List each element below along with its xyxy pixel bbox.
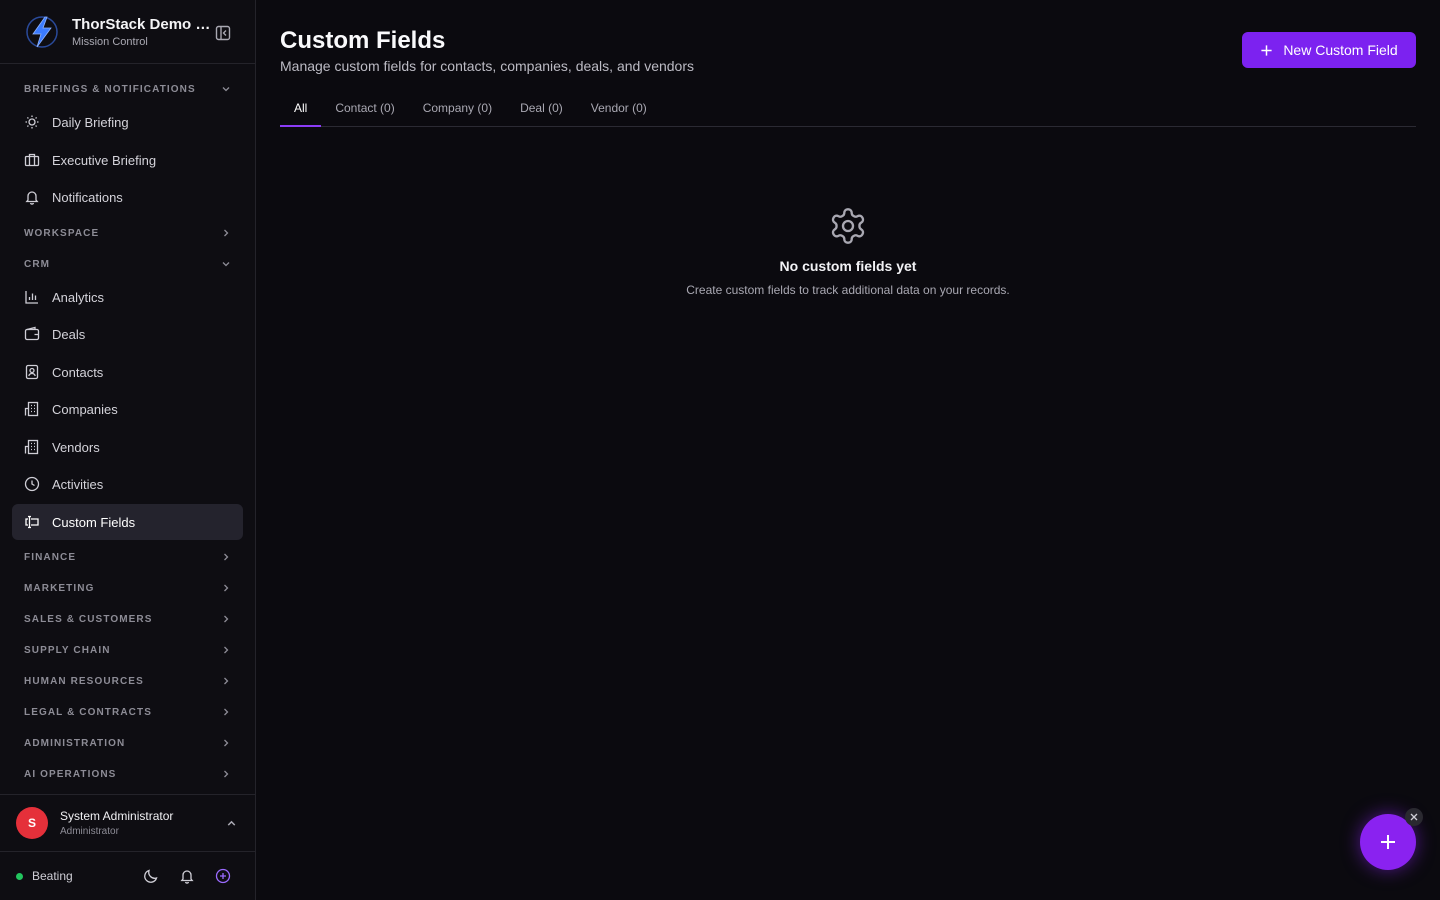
- sidebar-footer: Beating: [0, 852, 255, 900]
- lightning-logo-icon: [26, 15, 58, 48]
- section-workspace[interactable]: WORKSPACE: [24, 223, 232, 243]
- chevron-up-icon: [227, 820, 236, 826]
- brand-subtitle: Mission Control: [72, 35, 148, 48]
- building-icon: [24, 439, 39, 455]
- sidebar-item-label: Daily Briefing: [52, 114, 129, 130]
- chevron-right-icon: [224, 708, 229, 716]
- section-label: SALES & CUSTOMERS: [24, 613, 153, 625]
- page-title: Custom Fields: [280, 27, 446, 54]
- sidebar-item-vendors[interactable]: Vendors: [12, 429, 243, 465]
- status-dot: [16, 872, 23, 880]
- status-label: Beating: [32, 869, 73, 883]
- dismiss-fab-button[interactable]: [1405, 808, 1423, 826]
- section-legal-contracts[interactable]: LEGAL & CONTRACTS: [24, 702, 232, 722]
- sidebar-item-daily-briefing[interactable]: Daily Briefing: [12, 104, 243, 140]
- bell-icon[interactable]: [179, 868, 195, 884]
- tab-all[interactable]: All: [280, 90, 322, 127]
- sidebar-item-companies[interactable]: Companies: [12, 391, 243, 427]
- chevron-right-icon: [224, 553, 229, 561]
- chevron-right-icon: [224, 615, 229, 623]
- plus-icon: [1381, 835, 1395, 849]
- section-label: LEGAL & CONTRACTS: [24, 706, 152, 718]
- chevron-down-icon: [222, 262, 230, 267]
- empty-state: No custom fields yet Create custom field…: [280, 206, 1416, 297]
- section-crm[interactable]: CRM: [24, 254, 232, 274]
- brand-header: ThorStack Demo C... Mission Control: [0, 0, 255, 64]
- section-label: CRM: [24, 258, 51, 270]
- chevron-right-icon: [224, 677, 229, 685]
- sidebar: ThorStack Demo C... Mission Control BRIE…: [0, 0, 256, 900]
- sidebar-item-activities[interactable]: Activities: [12, 466, 243, 502]
- close-icon: [1410, 813, 1418, 821]
- wallet-icon: [24, 326, 40, 341]
- section-label: AI OPERATIONS: [24, 768, 117, 780]
- sidebar-item-label: Analytics: [52, 289, 105, 305]
- sidebar-item-label: Executive Briefing: [52, 152, 157, 168]
- section-briefings-notifications[interactable]: BRIEFINGS & NOTIFICATIONS: [24, 79, 232, 99]
- chevron-right-icon: [224, 739, 229, 747]
- sidebar-item-label: Activities: [52, 476, 104, 492]
- section-label: WORKSPACE: [24, 227, 100, 239]
- plus-icon: [1261, 44, 1272, 56]
- gear-icon: [831, 208, 865, 244]
- sidebar-item-label: Companies: [52, 401, 118, 417]
- bar-chart-icon: [25, 291, 38, 304]
- moon-icon[interactable]: [143, 868, 159, 884]
- section-sales-customers[interactable]: SALES & CUSTOMERS: [24, 609, 232, 629]
- section-label: FINANCE: [24, 551, 77, 563]
- avatar: S: [16, 807, 48, 839]
- section-label: SUPPLY CHAIN: [24, 644, 111, 656]
- chevron-right-icon: [224, 584, 229, 592]
- filter-tabs: All Contact (0) Company (0) Deal (0) Ven…: [280, 90, 1416, 127]
- sidebar-item-notifications[interactable]: Notifications: [12, 179, 243, 215]
- chevron-right-icon: [224, 646, 229, 654]
- tab-vendor[interactable]: Vendor (0): [577, 90, 661, 126]
- page-description: Manage custom fields for contacts, compa…: [280, 58, 694, 74]
- brand-title: ThorStack Demo C...: [72, 15, 214, 33]
- tab-contact[interactable]: Contact (0): [321, 90, 408, 126]
- sidebar-item-label: Contacts: [52, 364, 104, 380]
- add-circle-icon[interactable]: [215, 868, 231, 884]
- building-icon: [24, 401, 39, 417]
- user-menu[interactable]: S System Administrator Administrator: [0, 794, 255, 852]
- sidebar-item-label: Vendors: [52, 439, 100, 455]
- chevron-right-icon: [224, 229, 229, 237]
- section-marketing[interactable]: MARKETING: [24, 578, 232, 598]
- user-name: System Administrator: [60, 809, 174, 823]
- main-content: Custom Fields Manage custom fields for c…: [280, 0, 1416, 900]
- sidebar-item-deals[interactable]: Deals: [12, 316, 243, 352]
- sidebar-item-executive-briefing[interactable]: Executive Briefing: [12, 142, 243, 178]
- section-label: BRIEFINGS & NOTIFICATIONS: [24, 83, 196, 95]
- sun-icon: [25, 115, 39, 129]
- section-ai-operations[interactable]: AI OPERATIONS: [24, 764, 232, 784]
- sidebar-item-custom-fields[interactable]: Custom Fields: [12, 504, 243, 540]
- briefcase-icon: [24, 153, 40, 167]
- section-label: ADMINISTRATION: [24, 737, 126, 749]
- sidebar-item-contacts[interactable]: Contacts: [12, 354, 243, 390]
- section-human-resources[interactable]: HUMAN RESOURCES: [24, 671, 232, 691]
- sidebar-item-analytics[interactable]: Analytics: [12, 279, 243, 315]
- tab-company[interactable]: Company (0): [409, 90, 506, 126]
- new-custom-field-button[interactable]: New Custom Field: [1242, 32, 1416, 68]
- collapse-sidebar-icon[interactable]: [214, 24, 232, 42]
- section-administration[interactable]: ADMINISTRATION: [24, 733, 232, 753]
- empty-state-title: No custom fields yet: [779, 258, 917, 274]
- section-finance[interactable]: FINANCE: [24, 547, 232, 567]
- section-label: HUMAN RESOURCES: [24, 675, 144, 687]
- bell-icon: [25, 191, 39, 205]
- chevron-right-icon: [224, 770, 229, 778]
- sidebar-item-label: Custom Fields: [52, 514, 136, 530]
- button-label: New Custom Field: [1283, 42, 1398, 58]
- form-input-icon: [25, 515, 39, 529]
- clock-icon: [24, 476, 40, 492]
- chevron-down-icon: [222, 87, 230, 92]
- user-role: Administrator: [60, 826, 119, 837]
- section-label: MARKETING: [24, 582, 95, 594]
- empty-state-description: Create custom fields to track additional…: [686, 283, 1010, 297]
- sidebar-item-label: Deals: [52, 326, 86, 342]
- tab-deal[interactable]: Deal (0): [506, 90, 577, 126]
- section-supply-chain[interactable]: SUPPLY CHAIN: [24, 640, 232, 660]
- contact-card-icon: [25, 364, 39, 380]
- sidebar-item-label: Notifications: [52, 189, 123, 205]
